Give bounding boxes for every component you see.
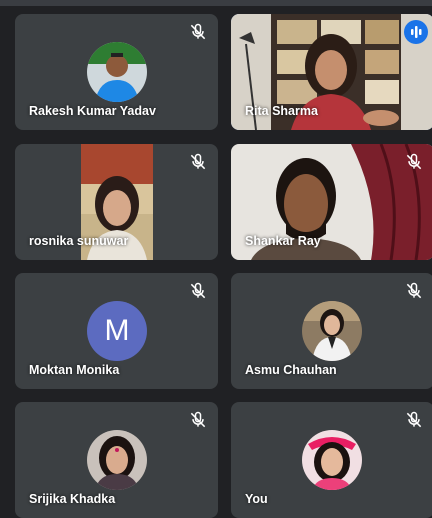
mic-off-icon <box>190 153 206 170</box>
participant-name: Asmu Chauhan <box>245 363 337 377</box>
mic-off-icon <box>190 23 206 40</box>
participant-tile-asmu-chauhan[interactable]: Asmu Chauhan <box>231 273 432 389</box>
avatar <box>302 430 362 490</box>
participant-tile-shankar-ray[interactable]: Shankar Ray <box>231 144 432 260</box>
avatar: M <box>87 301 147 361</box>
avatar <box>87 430 147 490</box>
participant-tile-srijika-khadka[interactable]: Srijika Khadka <box>15 402 218 518</box>
participant-name: Rakesh Kumar Yadav <box>29 104 156 118</box>
participant-tile-moktan-monika[interactable]: M Moktan Monika <box>15 273 218 389</box>
participant-tile-rosnika-sunuwar[interactable]: rosnika sunuwar <box>15 144 218 260</box>
avatar <box>87 42 147 102</box>
participant-tile-rita-sharma[interactable]: Rita Sharma <box>231 14 432 130</box>
participant-tile-you[interactable]: You <box>231 402 432 518</box>
mic-off-icon <box>190 411 206 428</box>
mic-off-icon <box>190 282 206 299</box>
mic-off-icon <box>406 411 422 428</box>
participant-name: Rita Sharma <box>245 104 318 118</box>
mic-off-icon <box>406 282 422 299</box>
audio-level-icon <box>404 20 428 44</box>
participant-tile-rakesh-kumar-yadav[interactable]: Rakesh Kumar Yadav <box>15 14 218 130</box>
participant-name: You <box>245 492 268 506</box>
top-bar <box>0 0 432 6</box>
avatar <box>302 301 362 361</box>
mic-off-icon <box>406 153 422 170</box>
participant-name: Shankar Ray <box>245 234 321 248</box>
participant-name: rosnika sunuwar <box>29 234 129 248</box>
participant-name: Srijika Khadka <box>29 492 116 506</box>
participant-name: Moktan Monika <box>29 363 120 377</box>
